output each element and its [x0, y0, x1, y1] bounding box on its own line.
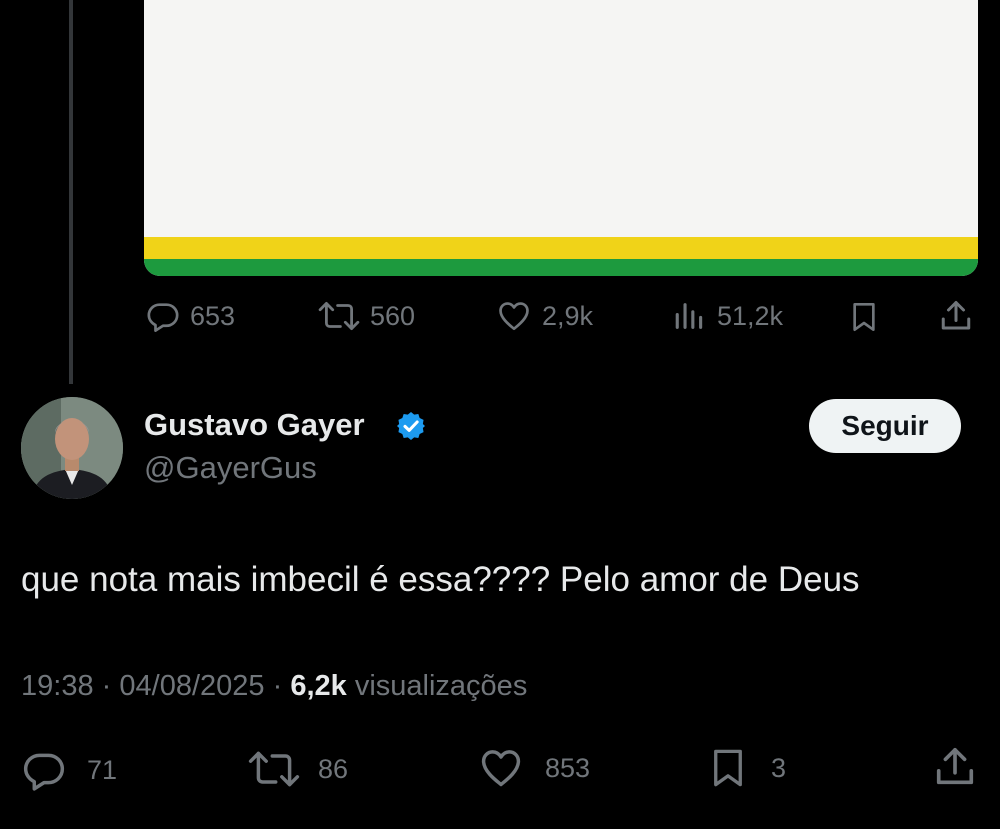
like-count: 853 — [545, 752, 591, 783]
tweet-views-count: 6,2k — [290, 670, 347, 702]
quoted-reply-count: 653 — [190, 300, 236, 331]
reply-icon — [21, 748, 67, 792]
quoted-views-count: 51,2k — [717, 300, 784, 331]
follow-button[interactable]: Seguir — [809, 399, 961, 453]
reply-button[interactable]: 71 — [21, 748, 117, 792]
flag-stripe-yellow — [144, 237, 978, 261]
retweet-icon — [248, 748, 300, 790]
quoted-like-button[interactable]: 2,9k — [496, 299, 593, 333]
bookmark-icon — [848, 299, 880, 335]
like-icon — [477, 746, 525, 790]
bookmark-count: 3 — [771, 752, 787, 783]
quoted-retweet-button[interactable]: 560 — [318, 299, 415, 333]
quoted-views-button[interactable]: 51,2k — [673, 299, 783, 333]
like-icon — [496, 299, 532, 333]
quoted-like-count: 2,9k — [542, 300, 594, 331]
quoted-retweet-count: 560 — [370, 300, 416, 331]
retweet-count: 86 — [318, 753, 349, 784]
tweet-views-label: visualizações — [354, 670, 528, 702]
share-button[interactable] — [932, 743, 978, 791]
paper-texture — [144, 0, 978, 237]
quoted-share-button[interactable] — [938, 297, 974, 335]
retweet-icon — [318, 299, 360, 333]
quoted-reply-button[interactable]: 653 — [146, 299, 235, 333]
separator-dot: · — [101, 670, 112, 702]
author-name[interactable]: Gustavo Gayer — [144, 407, 365, 443]
like-button[interactable]: 853 — [477, 746, 590, 790]
tweet-time[interactable]: 19:38 — [21, 670, 94, 702]
reply-count: 71 — [87, 754, 118, 785]
author-handle[interactable]: @GayerGus — [144, 450, 317, 486]
thread-connector-line — [69, 0, 73, 384]
retweet-button[interactable]: 86 — [248, 748, 348, 790]
avatar[interactable] — [21, 397, 123, 499]
bookmark-button[interactable]: 3 — [707, 744, 786, 792]
separator-dot: · — [272, 670, 283, 702]
share-icon — [938, 297, 974, 335]
tweet-metadata: 19:38 · 04/08/2025 · 6,2k visualizações — [21, 670, 527, 703]
flag-stripe-green — [144, 259, 978, 276]
quoted-bookmark-button[interactable] — [848, 299, 880, 335]
tweet-text: que nota mais imbecil é essa???? Pelo am… — [21, 560, 860, 599]
tweet-date[interactable]: 04/08/2025 — [119, 670, 264, 702]
verified-badge-icon[interactable] — [395, 410, 427, 447]
avatar-portrait — [21, 397, 123, 499]
bookmark-icon — [707, 744, 749, 792]
views-icon — [673, 299, 707, 333]
reply-icon — [146, 299, 180, 333]
quoted-media-image[interactable] — [144, 0, 978, 276]
share-icon — [932, 743, 978, 791]
